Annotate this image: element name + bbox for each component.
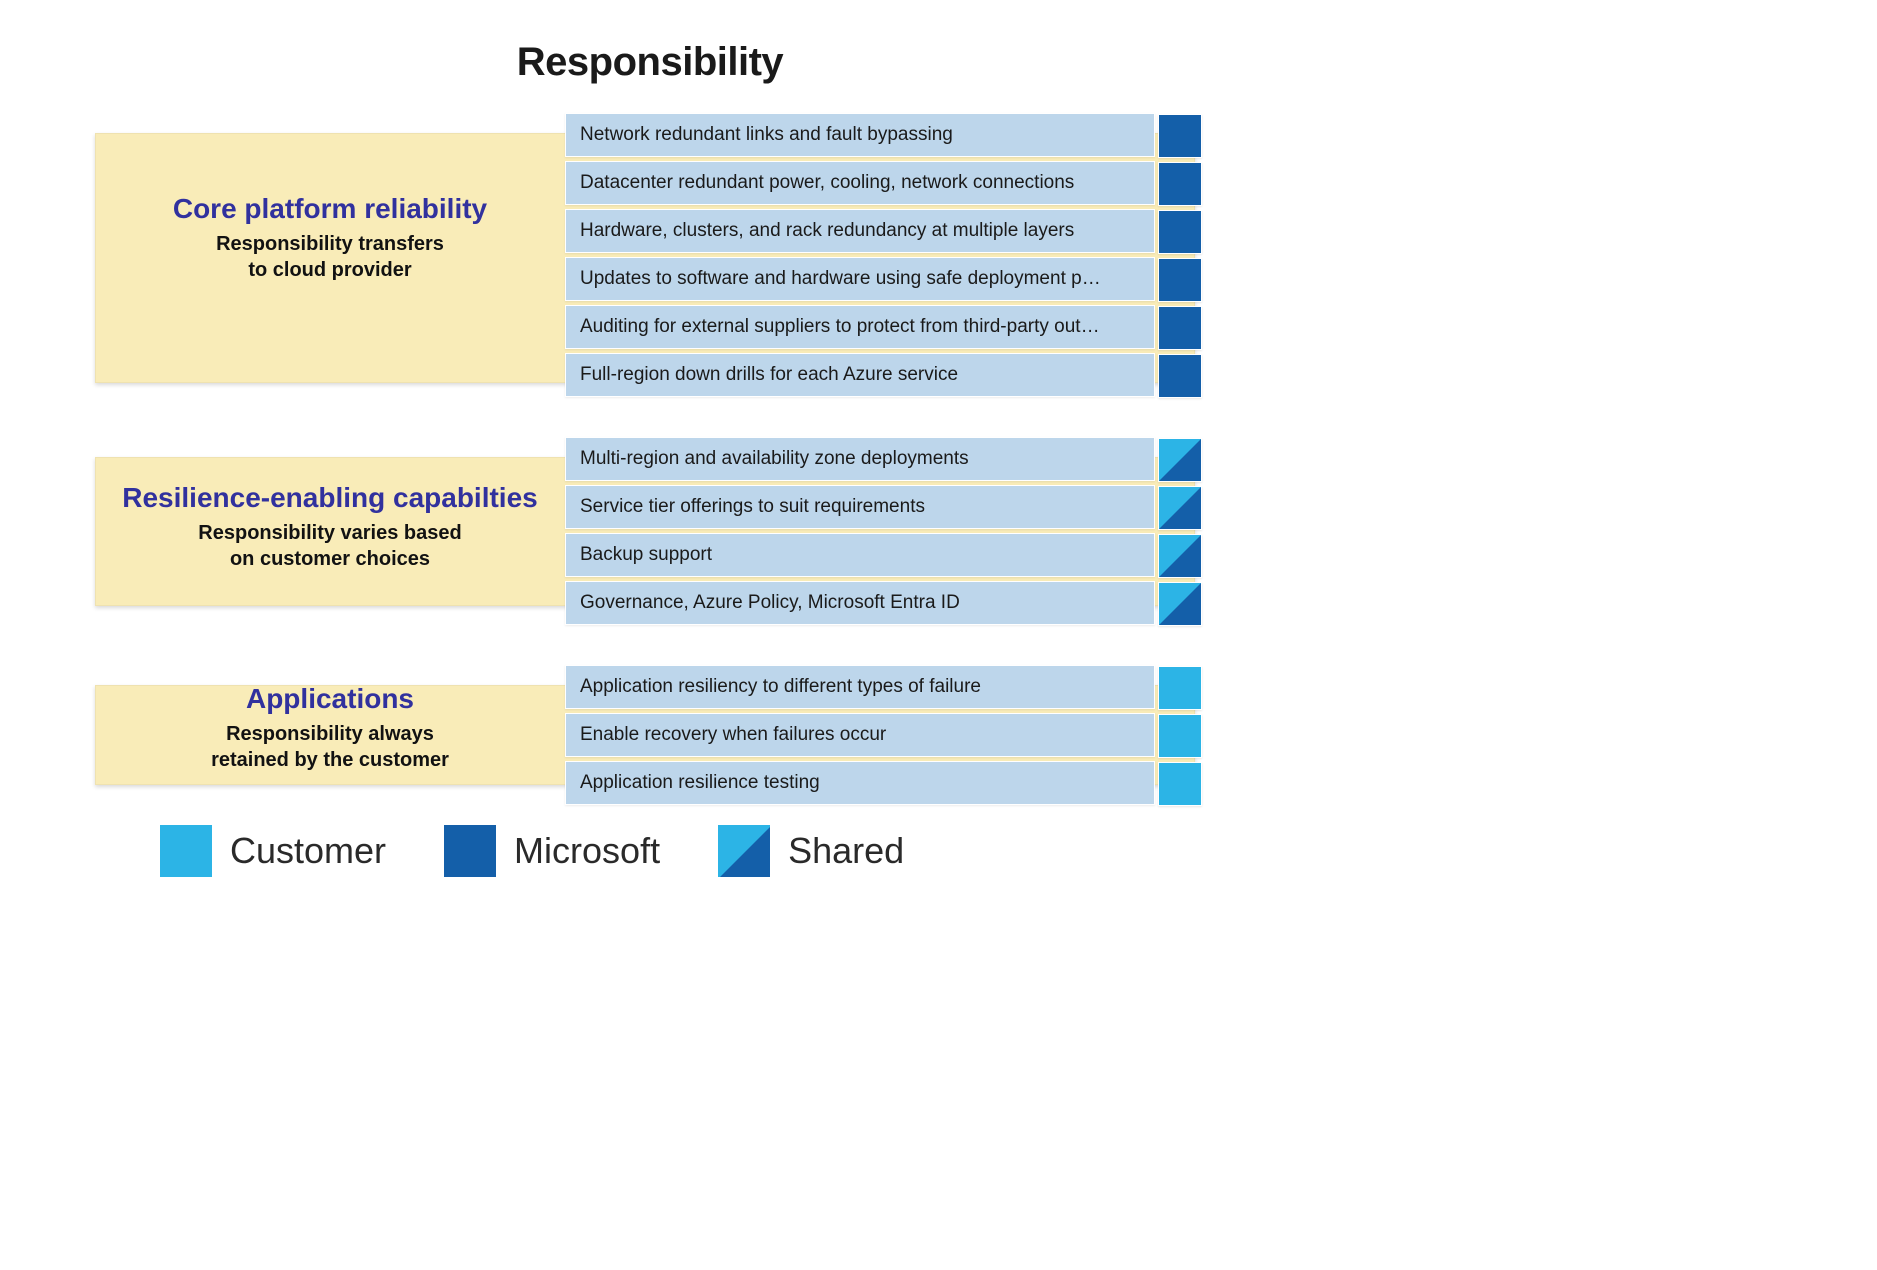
legend-item-customer: Customer — [160, 825, 386, 877]
resp-row: Hardware, clusters, and rack redundancy … — [565, 209, 1155, 253]
row-label: Backup support — [580, 544, 712, 566]
category-title: Resilience-enabling capabilties — [95, 482, 565, 514]
owner-badge-shared — [1158, 486, 1202, 530]
legend-swatch-customer — [160, 825, 212, 877]
owner-badge-shared — [1158, 438, 1202, 482]
resp-row: Full-region down drills for each Azure s… — [565, 353, 1155, 397]
legend-item-shared: Shared — [718, 825, 904, 877]
resp-row: Auditing for external suppliers to prote… — [565, 305, 1155, 349]
owner-badge-microsoft — [1158, 114, 1202, 158]
category-label: Applications Responsibility always retai… — [95, 683, 565, 773]
row-label: Hardware, clusters, and rack redundancy … — [580, 220, 1074, 242]
category-subtitle-line1: Responsibility always — [95, 721, 565, 747]
resp-row: Backup support — [565, 533, 1155, 577]
owner-badge-customer — [1158, 666, 1202, 710]
legend-label: Microsoft — [514, 830, 660, 872]
row-label: Service tier offerings to suit requireme… — [580, 496, 925, 518]
resp-row: Governance, Azure Policy, Microsoft Entr… — [565, 581, 1155, 625]
row-label: Application resilience testing — [580, 772, 820, 794]
row-label: Application resiliency to different type… — [580, 676, 981, 698]
rows-list: Network redundant links and fault bypass… — [565, 113, 1155, 397]
resp-row: Updates to software and hardware using s… — [565, 257, 1155, 301]
category-applications: Applications Responsibility always retai… — [95, 665, 1205, 805]
owner-badge-microsoft — [1158, 162, 1202, 206]
owner-badge-microsoft — [1158, 258, 1202, 302]
legend: Customer Microsoft Shared — [160, 825, 904, 877]
row-label: Network redundant links and fault bypass… — [580, 124, 953, 146]
legend-label: Shared — [788, 830, 904, 872]
category-subtitle-line1: Responsibility transfers — [95, 231, 565, 257]
owner-badge-customer — [1158, 762, 1202, 806]
resp-row: Application resilience testing — [565, 761, 1155, 805]
category-title: Core platform reliability — [95, 193, 565, 225]
legend-label: Customer — [230, 830, 386, 872]
category-subtitle-line1: Responsibility varies based — [95, 520, 565, 546]
category-resilience-capabilities: Resilience-enabling capabilties Responsi… — [95, 437, 1205, 625]
owner-badge-customer — [1158, 714, 1202, 758]
owner-badge-microsoft — [1158, 306, 1202, 350]
owner-badge-microsoft — [1158, 354, 1202, 398]
owner-badge-shared — [1158, 582, 1202, 626]
rows-list: Application resiliency to different type… — [565, 665, 1155, 805]
owner-badge-shared — [1158, 534, 1202, 578]
row-label: Datacenter redundant power, cooling, net… — [580, 172, 1074, 194]
legend-item-microsoft: Microsoft — [444, 825, 660, 877]
category-subtitle-line2: to cloud provider — [95, 257, 565, 283]
resp-row: Application resiliency to different type… — [565, 665, 1155, 709]
diagram-title: Responsibility — [95, 40, 1205, 85]
legend-swatch-shared — [718, 825, 770, 877]
category-subtitle-line2: on customer choices — [95, 546, 565, 572]
resp-row: Multi-region and availability zone deplo… — [565, 437, 1155, 481]
category-title: Applications — [95, 683, 565, 715]
row-label: Full-region down drills for each Azure s… — [580, 364, 958, 386]
category-label: Resilience-enabling capabilties Responsi… — [95, 482, 565, 572]
row-label: Multi-region and availability zone deplo… — [580, 448, 969, 470]
row-label: Governance, Azure Policy, Microsoft Entr… — [580, 592, 960, 614]
category-label: Core platform reliability Responsibility… — [95, 193, 565, 283]
resp-row: Network redundant links and fault bypass… — [565, 113, 1155, 157]
resp-row: Enable recovery when failures occur — [565, 713, 1155, 757]
legend-swatch-microsoft — [444, 825, 496, 877]
category-core-platform: Core platform reliability Responsibility… — [95, 113, 1205, 397]
row-label: Updates to software and hardware using s… — [580, 268, 1102, 290]
resp-row: Datacenter redundant power, cooling, net… — [565, 161, 1155, 205]
row-label: Enable recovery when failures occur — [580, 724, 886, 746]
row-label: Auditing for external suppliers to prote… — [580, 316, 1102, 338]
resp-row: Service tier offerings to suit requireme… — [565, 485, 1155, 529]
rows-list: Multi-region and availability zone deplo… — [565, 437, 1155, 625]
responsibility-diagram: Responsibility Core platform reliability… — [95, 40, 1205, 845]
owner-badge-microsoft — [1158, 210, 1202, 254]
category-subtitle-line2: retained by the customer — [95, 747, 565, 773]
